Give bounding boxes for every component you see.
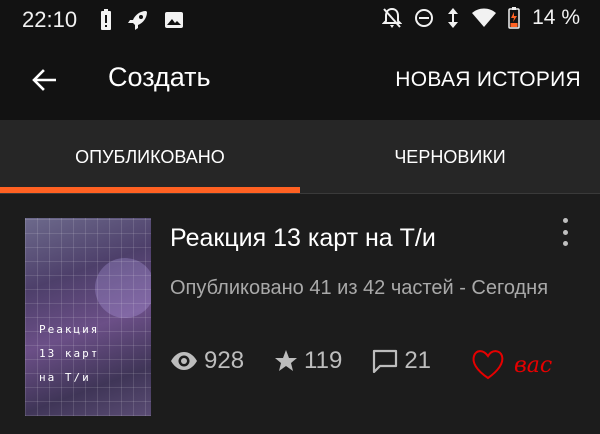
comment-icon xyxy=(373,349,398,373)
story-title[interactable]: Реакция 13 карт на Т/и xyxy=(170,224,436,253)
more-vertical-icon-dot xyxy=(562,229,568,235)
handwritten-annotation: вас xyxy=(472,350,552,380)
views-count: 928 xyxy=(204,347,245,374)
battery-percent: 14 % xyxy=(532,6,580,29)
story-meta: Опубликовано 41 из 42 частей - Сегодня xyxy=(170,277,549,299)
page-title: Создать xyxy=(108,62,211,92)
more-vertical-icon-dot xyxy=(562,218,568,223)
data-arrows-icon xyxy=(448,8,459,28)
status-bar: 22:10 14 % xyxy=(0,0,600,40)
story-list-item[interactable]: Реакция 13 карт на Т/и Реакция 13 карт н… xyxy=(0,194,600,434)
notifications-off-icon xyxy=(382,7,403,28)
status-right-icons: 14 % xyxy=(382,6,580,30)
story-stats: 928 119 21 xyxy=(170,344,461,378)
more-options-button[interactable] xyxy=(555,218,575,246)
more-vertical-icon-dot xyxy=(562,241,568,246)
eye-icon xyxy=(171,352,197,370)
votes-stat: 119 xyxy=(274,347,342,375)
status-time: 22:10 xyxy=(22,7,78,32)
tab-published[interactable]: ОПУБЛИКОВАНО xyxy=(0,120,300,195)
battery-icon xyxy=(508,7,520,29)
back-button[interactable] xyxy=(26,62,62,98)
comments-stat: 21 xyxy=(372,347,431,375)
arrow-back-icon xyxy=(32,69,56,91)
views-stat: 928 xyxy=(170,347,244,375)
rocket-icon xyxy=(128,11,147,30)
star-icon xyxy=(275,350,298,371)
app-bar: Создать НОВАЯ ИСТОРИЯ xyxy=(0,40,600,120)
cover-title: Реакция 13 карт на Т/и xyxy=(39,323,100,384)
tab-drafts[interactable]: ЧЕРНОВИКИ xyxy=(300,120,600,195)
wifi-icon xyxy=(472,8,497,27)
image-icon xyxy=(165,12,183,28)
do-not-disturb-icon xyxy=(415,9,434,27)
comments-count: 21 xyxy=(404,347,432,374)
battery-alert-icon xyxy=(101,9,111,30)
status-left-icons xyxy=(100,8,184,32)
new-story-button[interactable]: НОВАЯ ИСТОРИЯ xyxy=(395,68,581,92)
annotation-text: вас xyxy=(514,353,552,378)
story-cover[interactable]: Реакция 13 карт на Т/и xyxy=(25,218,151,416)
votes-count: 119 xyxy=(304,347,343,374)
heart-scribble-icon xyxy=(472,350,504,380)
tab-bar: ОПУБЛИКОВАНО ЧЕРНОВИКИ xyxy=(0,120,600,195)
